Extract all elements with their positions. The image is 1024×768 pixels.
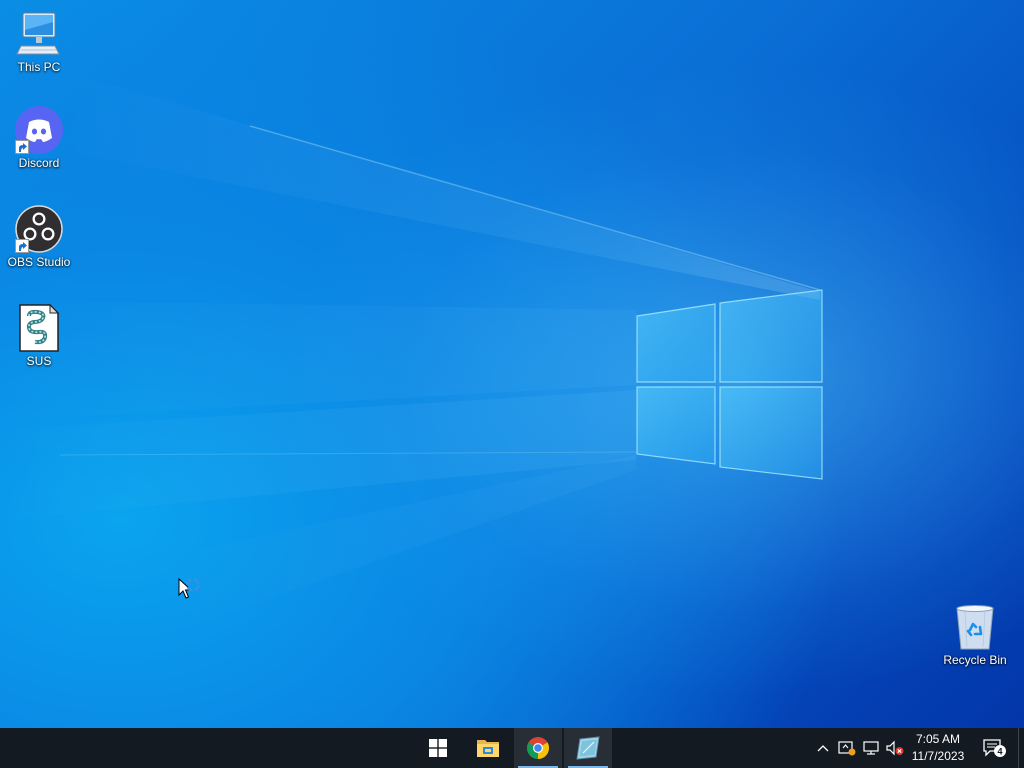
mouse-pointer-busy-icon [178,577,206,611]
action-center-button[interactable]: 4 [981,738,1009,758]
desktop-icon-this-pc[interactable]: This PC [1,10,77,74]
desktop-icon-discord[interactable]: Discord [1,106,77,170]
volume-muted-icon [886,740,904,756]
chevron-up-icon [817,745,829,752]
sus-file-icon [15,303,63,352]
windows-logo-icon [429,739,447,757]
chrome-button[interactable] [514,728,562,768]
start-button[interactable] [414,728,462,768]
notification-icon: 4 [983,739,1006,757]
file-explorer-button[interactable] [464,728,512,768]
folder-icon [477,740,499,757]
security-warning-icon [838,741,856,756]
network-icon [863,741,879,755]
notification-count-badge: 4 [997,747,1002,757]
shortcut-arrow-icon [15,140,29,154]
this-pc-icon [15,10,63,58]
desktop-icon-label: SUS [26,354,52,368]
taskbar-clock[interactable]: 7:05 AM 11/7/2023 [904,728,972,768]
show-desktop-button[interactable] [1018,728,1024,768]
desktop-icon-label: This PC [17,60,61,74]
desktop-icon-recycle-bin[interactable]: Recycle Bin [937,603,1013,667]
app-window-icon [576,736,600,760]
desktop-icon-label: OBS Studio [7,255,71,269]
shortcut-arrow-icon [15,239,29,253]
chrome-icon [527,737,549,759]
desktop-icon-label: Discord [18,156,60,170]
windows-logo-graphic [636,289,823,480]
wallpaper-graphic [0,70,823,640]
clock-date: 11/7/2023 [911,749,965,763]
recycle-bin-icon [951,603,999,651]
obs-studio-icon [15,205,63,253]
discord-icon [15,106,63,154]
active-app-button[interactable] [564,728,612,768]
taskbar: 7:05 AM 11/7/2023 4 [0,728,1024,768]
security-warning-tray-button[interactable] [837,738,857,758]
network-tray-button[interactable] [861,738,881,758]
desktop[interactable]: This PC Discord OBS Studio SUS Recycle B… [0,0,1024,728]
desktop-icon-obs-studio[interactable]: OBS Studio [1,205,77,269]
desktop-icon-label: Recycle Bin [943,653,1007,667]
desktop-icon-sus[interactable]: SUS [1,303,77,368]
show-hidden-icons-button[interactable] [813,738,833,758]
clock-time: 7:05 AM [915,732,961,746]
volume-tray-button[interactable] [885,738,905,758]
